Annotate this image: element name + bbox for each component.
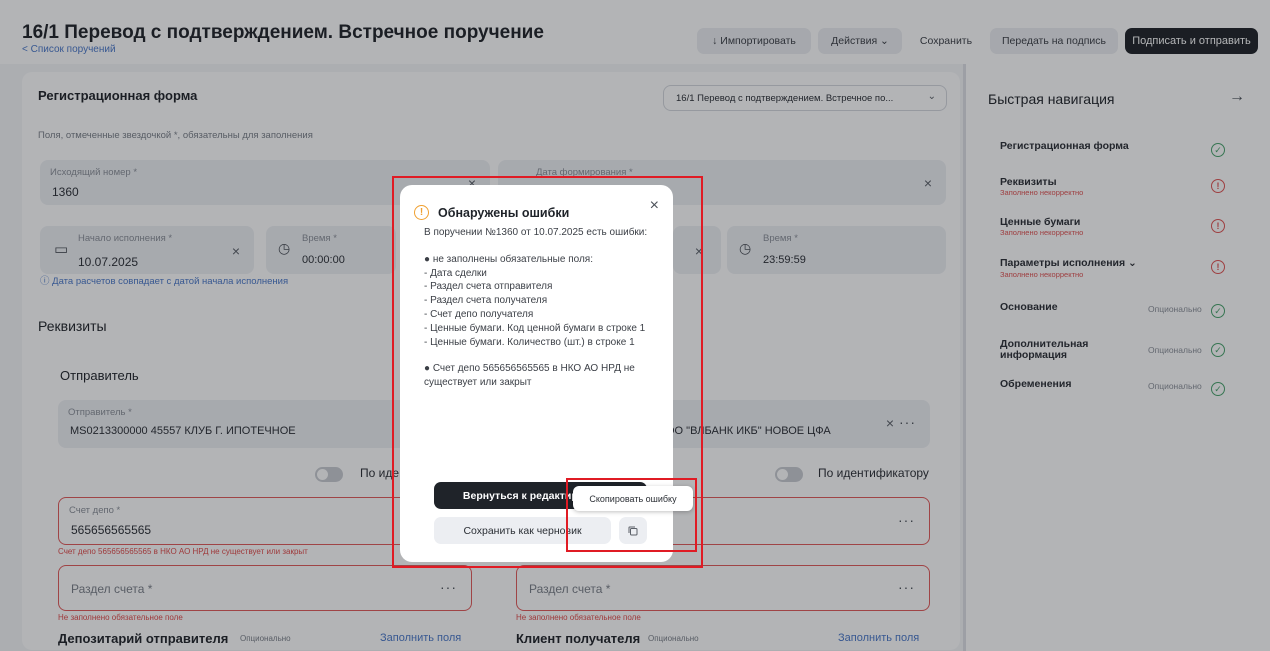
highlight-box-copy	[566, 478, 697, 552]
